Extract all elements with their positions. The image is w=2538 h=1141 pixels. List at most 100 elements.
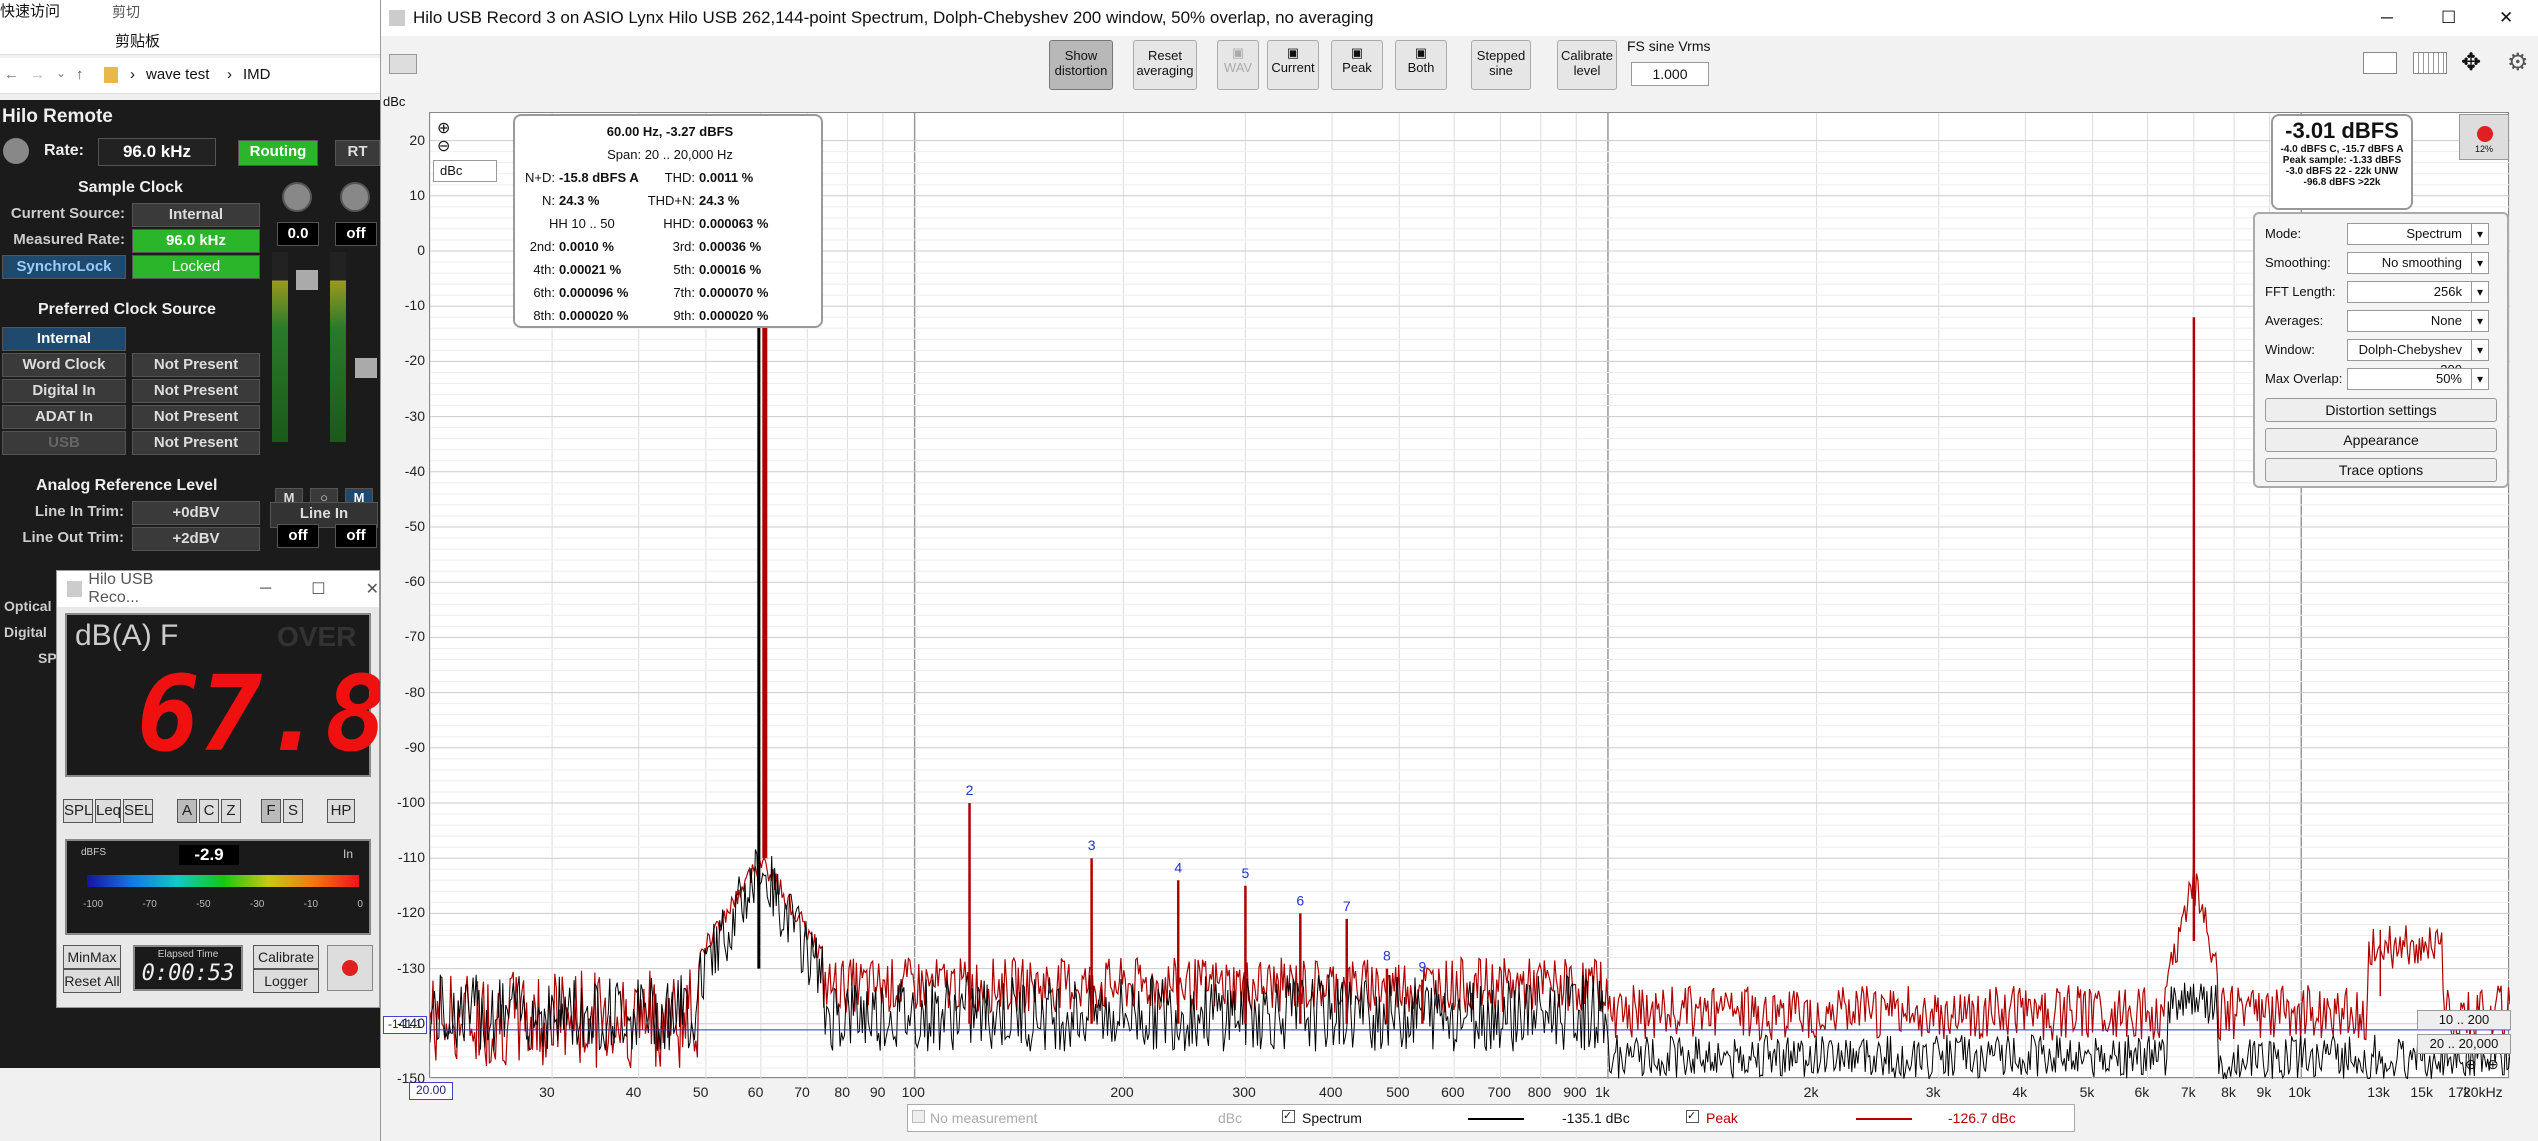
reset-all-button[interactable]: Reset All [63, 969, 121, 993]
y-tick-label: -100 [396, 794, 425, 810]
synchrolock-button[interactable]: SynchroLock [2, 255, 126, 279]
spectrum-checkbox[interactable]: ✓ [1282, 1110, 1295, 1123]
show-distortion-button[interactable]: Show distortion [1049, 40, 1113, 90]
x-tick-label: 1k [1594, 1084, 1610, 1100]
bar-tick: -100 [83, 899, 104, 910]
slow-button[interactable]: S [283, 799, 303, 823]
layout-icon[interactable] [2363, 52, 2397, 74]
level-line-1: -4.0 dBFS C, -15.7 dBFS A [2280, 144, 2404, 155]
quick-access-label[interactable]: 快速访问 [0, 0, 60, 21]
info-cell: 5th: [673, 262, 695, 277]
sel-button[interactable]: SEL [123, 799, 153, 823]
distortion-settings-button[interactable]: Distortion settings [2265, 398, 2497, 422]
wav-button[interactable]: ▣ WAV [1217, 40, 1259, 90]
zoom-in-icon[interactable]: ⊕ [437, 118, 450, 138]
calibrate-button[interactable]: Calibrate [253, 945, 319, 969]
address-bar[interactable]: ← → ⌄ ↑ › wave test › IMD [0, 58, 380, 94]
z-weight-button[interactable]: Z [221, 799, 241, 823]
info-span: Span: 20 .. 20,000 Hz [607, 147, 733, 162]
setting-select[interactable]: Dolph-Chebyshev 200 [2347, 339, 2489, 377]
fader-right[interactable] [355, 358, 377, 378]
setting-select[interactable]: Spectrum [2347, 223, 2489, 245]
logger-button[interactable]: Logger [253, 969, 319, 993]
record-button[interactable]: 12% [2459, 114, 2509, 160]
reset-averaging-button[interactable]: Reset averaging [1133, 40, 1197, 90]
spl-button[interactable]: SPL [63, 799, 93, 823]
gain-knob-right[interactable] [340, 182, 370, 212]
peak-checkbox[interactable]: ✓ [1686, 1110, 1699, 1123]
range-button-1[interactable]: 10 .. 200 [2417, 1010, 2511, 1030]
gear-icon[interactable]: ⚙ [2507, 48, 2529, 77]
rate-select[interactable]: 96.0 kHz [98, 138, 216, 166]
gain-knob-left[interactable] [282, 182, 312, 212]
source-digital-in[interactable]: Digital In [2, 379, 126, 403]
minimize-icon[interactable]: ─ [2381, 0, 2393, 36]
forward-arrow-icon[interactable]: → [30, 66, 45, 83]
minmax-button[interactable]: MinMax [63, 945, 121, 969]
trace-options-button[interactable]: Trace options [2265, 458, 2497, 482]
minimize-icon[interactable]: ─ [260, 580, 271, 598]
menu-icon[interactable] [3, 138, 29, 164]
up-arrow-icon[interactable]: ↑ [76, 66, 84, 83]
range-button-2[interactable]: 20 .. 20,000 [2417, 1034, 2511, 1054]
source-word-clock[interactable]: Word Clock [2, 353, 126, 377]
clipboard-label: 剪贴板 [115, 33, 161, 50]
c-weight-button[interactable]: C [199, 799, 219, 823]
explorer-ribbon: 快速访问 剪切 剪贴板 [0, 0, 380, 55]
setting-select[interactable]: No smoothing [2347, 252, 2489, 274]
setting-label: FFT Length: [2265, 284, 2336, 299]
source-internal[interactable]: Internal [2, 327, 126, 351]
fast-button[interactable]: F [261, 799, 281, 823]
appearance-button[interactable]: Appearance [2265, 428, 2497, 452]
stepped-sine-button[interactable]: Stepped sine [1471, 40, 1531, 90]
source-usb[interactable]: USB [2, 431, 126, 455]
cut-button[interactable]: 剪切 [112, 2, 140, 22]
line-out-trim-select[interactable]: +2dBV [132, 527, 260, 551]
routing-button[interactable]: Routing [238, 140, 318, 166]
info-cell: 8th: [533, 308, 555, 323]
leq-button[interactable]: Leq [95, 799, 121, 823]
save-current-button[interactable]: ▣ Current [1267, 40, 1319, 90]
x-tick-label: 90 [869, 1084, 886, 1100]
maximize-icon[interactable]: ☐ [311, 579, 325, 599]
setting-select[interactable]: 256k [2347, 281, 2489, 303]
record-button[interactable] [327, 945, 373, 991]
back-arrow-icon[interactable]: ← [4, 66, 19, 83]
zoom-out-icon[interactable]: ⊖ [437, 136, 450, 156]
maximize-icon[interactable]: ☐ [2441, 0, 2456, 36]
over-indicator: OVER [277, 621, 357, 652]
close-icon[interactable]: ✕ [366, 579, 379, 599]
save-peak-button[interactable]: ▣ Peak [1331, 40, 1383, 90]
unit-select[interactable]: dBc [433, 160, 497, 182]
fs-sine-input[interactable]: 1.000 [1631, 62, 1709, 86]
calibrate-level-button[interactable]: Calibrate level [1557, 40, 1617, 90]
source-adat-in[interactable]: ADAT In [2, 405, 126, 429]
hp-button[interactable]: HP [327, 799, 355, 823]
line-in-trim-select[interactable]: +0dBV [132, 501, 260, 525]
breadcrumb-wave-test[interactable]: wave test [146, 66, 209, 83]
no-measurement-checkbox[interactable] [912, 1110, 925, 1123]
setting-label: Averages: [2265, 313, 2324, 328]
history-chevron-icon[interactable]: ⌄ [56, 66, 66, 80]
y-tick-label: -80 [404, 683, 425, 700]
x-tick-label: 6k [2134, 1084, 2150, 1100]
camera-icon[interactable] [389, 54, 417, 74]
fader-left[interactable] [296, 270, 318, 290]
rt-button[interactable]: RT [335, 140, 380, 166]
info-cell: 6th: [533, 285, 555, 300]
a-weight-button[interactable]: A [177, 799, 197, 823]
reset-averaging-label: Reset averaging [1136, 48, 1194, 78]
breadcrumb-imd[interactable]: IMD [243, 66, 271, 83]
level-line-4: -96.8 dBFS >22k [2303, 177, 2381, 188]
zoom-out-corner-icon[interactable]: ⊖ [2465, 1056, 2477, 1073]
columns-icon[interactable] [2413, 52, 2447, 74]
save-both-button[interactable]: ▣ Both [1395, 40, 1447, 90]
setting-select[interactable]: None [2347, 310, 2489, 332]
setting-select[interactable]: 50% [2347, 368, 2489, 390]
y-tick-label: -40 [404, 462, 425, 479]
move-icon[interactable]: ✥ [2461, 48, 2481, 77]
zoom-in-corner-icon[interactable]: ⊕ [2487, 1056, 2499, 1073]
elapsed-label: Elapsed Time [157, 949, 219, 960]
x-tick-label: 40 [625, 1084, 642, 1100]
close-icon[interactable]: ✕ [2499, 0, 2513, 36]
